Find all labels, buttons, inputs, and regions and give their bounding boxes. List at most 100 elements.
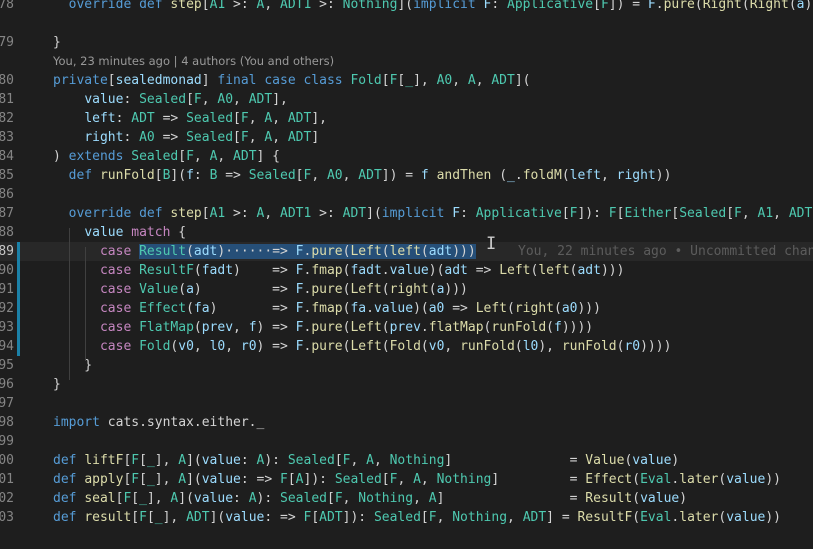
code-token: ADT1	[788, 206, 813, 221]
line-number[interactable]: 93	[0, 318, 14, 337]
line-number[interactable]: 90	[0, 261, 14, 280]
code-line[interactable]: 87 override def step[A1 >: A, ADT1 >: AD…	[0, 204, 813, 223]
code-token: ,	[248, 130, 265, 145]
code-line[interactable]: 95 }	[0, 356, 813, 375]
code-line[interactable]: 79}	[0, 33, 813, 52]
git-change-marker[interactable]	[17, 337, 20, 356]
line-number[interactable]: 98	[0, 413, 14, 432]
code-token: [	[381, 472, 390, 487]
code-token: A	[413, 472, 421, 487]
line-number[interactable]: 83	[0, 128, 14, 147]
line-number[interactable]: 84	[0, 147, 14, 166]
code-token: prev	[389, 320, 421, 335]
code-line[interactable]: 98 import cats.syntax.either._	[0, 413, 813, 432]
line-number[interactable]: 80	[0, 71, 14, 90]
code-token: (	[186, 244, 194, 259]
code-line[interactable]: 86	[0, 185, 813, 204]
code-line[interactable]: 103def result[F[_], ADT](value: => F[ADT…	[0, 508, 813, 527]
code-line[interactable]: 84) extends Sealed[F, A, ADT] {	[0, 147, 813, 166]
code-token: class	[303, 73, 343, 88]
line-number[interactable]: 103	[0, 508, 14, 527]
code-token: Sealed	[139, 92, 187, 107]
code-token: .	[366, 301, 374, 316]
code-token: pure	[311, 320, 343, 335]
code-line[interactable]: 78 override def step[A1 >: A, ADT1 >: No…	[0, 0, 813, 14]
code-line[interactable]: 89 case Result(adt)······=> F.pure(Left(…	[0, 242, 813, 261]
git-blame-codelens[interactable]: You, 23 minutes ago | 4 authors (You and…	[53, 52, 334, 71]
code-line[interactable]: 92 case Effect(fa) => F.fmap(fa.value)(a…	[0, 299, 813, 318]
git-change-marker[interactable]	[17, 242, 20, 261]
code-token: A	[366, 453, 374, 468]
code-text: override def step[A1 >: A, ADT1 >: ADT](…	[53, 204, 813, 223]
code-token: (	[178, 282, 187, 297]
line-number[interactable]: 97	[0, 394, 14, 413]
code-line[interactable]: 96}	[0, 375, 813, 394]
code-token: adt	[444, 263, 468, 278]
line-number[interactable]: 86	[0, 185, 14, 204]
code-token: ) =>	[256, 320, 296, 335]
code-token: value	[373, 301, 414, 316]
line-number[interactable]: 91	[0, 280, 14, 299]
line-number[interactable]: 82	[0, 109, 14, 128]
code-line[interactable]: 97	[0, 394, 813, 413]
code-token: ,	[475, 73, 492, 88]
line-number[interactable]: 100	[0, 451, 14, 470]
code-line[interactable]: 83 right: A0 => Sealed[F, A, ADT]	[0, 128, 813, 147]
line-number[interactable]: 88	[0, 223, 14, 242]
code-token: case	[264, 73, 296, 88]
git-change-marker[interactable]	[17, 299, 20, 318]
code-token: ADT	[131, 111, 155, 126]
code-token: Left	[350, 320, 382, 335]
code-token: ,	[233, 92, 249, 107]
code-line[interactable]: 80 private[sealedmonad] final case class …	[0, 71, 813, 90]
code-token: ]):	[303, 472, 335, 487]
code-token: ] =	[444, 453, 586, 468]
git-change-marker[interactable]	[17, 318, 20, 337]
git-change-marker[interactable]	[17, 261, 20, 280]
code-token: F	[647, 0, 656, 12]
line-number[interactable]: 95	[0, 356, 14, 375]
line-number[interactable]: 85	[0, 166, 14, 185]
code-editor[interactable]: You, 23 minutes ago | 4 authors (You and…	[0, 0, 813, 549]
line-number[interactable]: 94	[0, 337, 14, 356]
code-token: value	[726, 472, 766, 487]
line-number[interactable]: 92	[0, 299, 14, 318]
code-line[interactable]: 94 case Fold(v0, l0, r0) => F.pure(Left(…	[0, 337, 813, 356]
code-token: ADT	[248, 92, 273, 107]
code-token: }	[53, 377, 61, 392]
line-number[interactable]: 79	[0, 33, 14, 52]
code-text: }	[53, 356, 92, 375]
code-token: F	[608, 206, 617, 221]
code-line[interactable]: 93 case FlatMap(prev, f) => F.pure(Left(…	[0, 318, 813, 337]
line-number[interactable]: 89	[0, 242, 14, 261]
line-number[interactable]: 78	[0, 0, 14, 14]
code-token: right	[389, 282, 429, 297]
code-line[interactable]: 85 def runFold[B](f: B => Sealed[F, A0, …	[0, 166, 813, 185]
code-line[interactable]: 91 case Value(a) => F.pure(Left(right(a)…	[0, 280, 813, 299]
code-line[interactable]: 100def liftF[F[_], A](value: A): Sealed[…	[0, 451, 813, 470]
line-number[interactable]: 96	[0, 375, 14, 394]
code-line[interactable]: 90 case ResultF(fadt) => F.fmap(fadt.val…	[0, 261, 813, 280]
git-change-marker[interactable]	[17, 280, 20, 299]
line-number[interactable]: 101	[0, 470, 14, 489]
line-number[interactable]: 99	[0, 432, 14, 451]
code-line[interactable]: 101def apply[F[_], A](value: => F[A]): S…	[0, 470, 813, 489]
code-line[interactable]: 99	[0, 432, 813, 451]
code-token: ,	[600, 168, 617, 183]
code-line[interactable]: 81 value: Sealed[F, A0, ADT],	[0, 90, 813, 109]
code-token: left	[538, 263, 570, 278]
code-line[interactable]: 102def seal[F[_], A](value: A): Sealed[F…	[0, 489, 813, 508]
code-line[interactable]: 88 value match {	[0, 223, 813, 242]
code-line[interactable]: 82 left: ADT => Sealed[F, A, ADT],	[0, 109, 813, 128]
line-number[interactable]: 87	[0, 204, 14, 223]
code-token: A0	[139, 130, 155, 145]
code-token: Sealed	[334, 472, 382, 487]
code-token: =>	[444, 301, 476, 316]
code-token: : =>	[264, 510, 304, 525]
line-number[interactable]: 81	[0, 90, 14, 109]
code-token: fa	[350, 301, 367, 316]
line-number[interactable]: 102	[0, 489, 14, 508]
code-token: F	[295, 320, 304, 335]
